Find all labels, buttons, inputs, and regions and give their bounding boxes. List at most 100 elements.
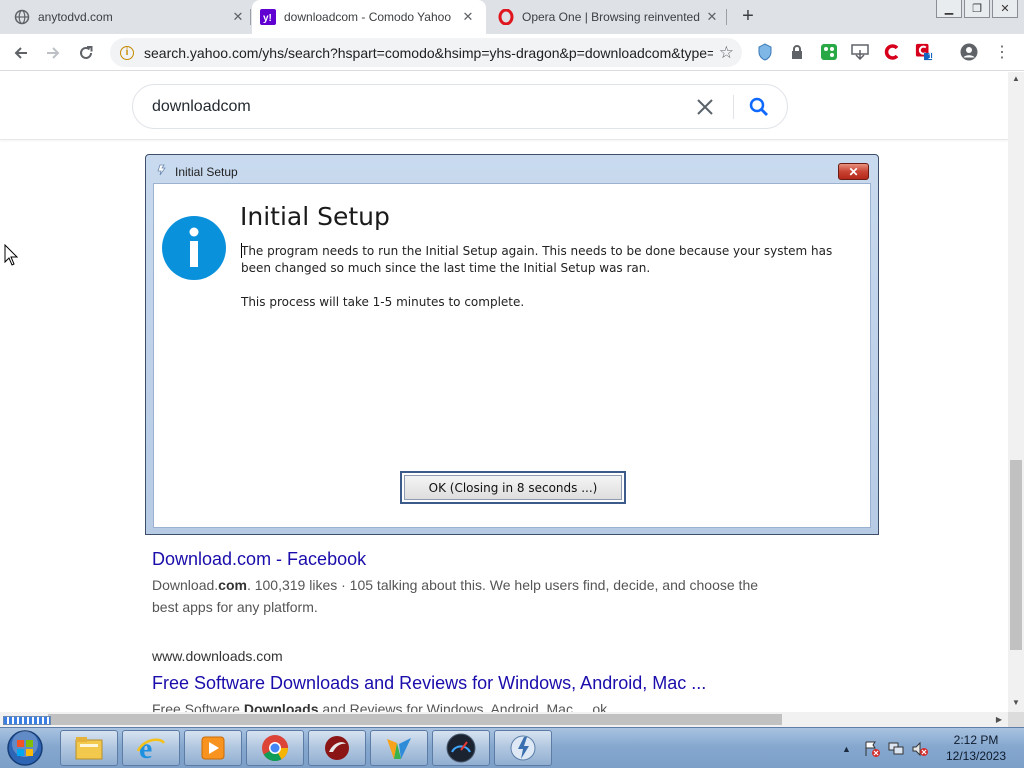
opera-icon <box>498 9 514 25</box>
volume-muted-icon[interactable] <box>911 740 929 758</box>
taskbar-chrome[interactable] <box>246 730 304 766</box>
site-info-icon[interactable]: i <box>120 45 134 60</box>
setup-icon <box>510 735 536 761</box>
clear-search-icon[interactable] <box>693 95 717 119</box>
minimize-button[interactable]: ▁ <box>936 0 962 18</box>
tab-title: downloadcom - Comodo Yahoo <box>284 10 451 24</box>
forward-button[interactable] <box>40 40 66 66</box>
chrome-icon <box>262 735 289 762</box>
tab-title: Opera One | Browsing reinvented <box>522 10 700 24</box>
taskbar-app[interactable] <box>370 730 428 766</box>
horizontal-scrollbar[interactable]: ▶ <box>0 712 1008 727</box>
snippet-highlight: com <box>218 577 247 593</box>
extension-badge-count: 1 <box>928 52 933 61</box>
search-input[interactable]: downloadcom <box>152 98 251 116</box>
clock-date: 12/13/2023 <box>945 749 1007 763</box>
speedometer-icon <box>446 733 476 763</box>
lock-extension-icon[interactable] <box>788 43 806 61</box>
result-snippet: Free Software Downloads and Reviews for … <box>152 698 762 712</box>
tab-anytodvd[interactable]: anytodvd.com ✕ <box>14 0 246 34</box>
reload-button[interactable] <box>73 40 99 66</box>
dialog-heading: Initial Setup <box>240 202 390 231</box>
scroll-down-arrow-icon[interactable]: ▼ <box>1008 696 1024 710</box>
close-tab-icon[interactable]: ✕ <box>230 9 246 25</box>
scrollbar-thumb[interactable] <box>48 714 782 725</box>
dialog-message: The program needs to run the Initial Set… <box>241 244 833 275</box>
restore-button[interactable]: ❐ <box>964 0 990 18</box>
scroll-corner <box>1008 712 1024 727</box>
show-hidden-icons-icon[interactable]: ▲ <box>842 744 851 754</box>
info-icon <box>162 216 226 280</box>
scrollbar-thumb[interactable] <box>1010 460 1022 650</box>
svg-text:y!: y! <box>263 13 272 24</box>
result-snippet: Download.com. 100,319 likes · 105 talkin… <box>152 574 762 618</box>
search-box[interactable]: downloadcom <box>132 84 788 129</box>
search-icon[interactable] <box>747 95 771 119</box>
address-bar[interactable]: i search.yahoo.com/yhs/search?hspart=com… <box>110 38 742 67</box>
globe-icon <box>14 9 30 25</box>
result-title-link[interactable]: Free Software Downloads and Reviews for … <box>152 673 706 694</box>
dialog-title: Initial Setup <box>175 165 238 179</box>
scroll-up-arrow-icon[interactable]: ▲ <box>1008 72 1024 86</box>
app-icon <box>325 736 349 760</box>
start-button[interactable] <box>4 729 46 767</box>
ok-button-label: OK (Closing in 8 seconds ...) <box>404 475 622 500</box>
dialog-close-button[interactable]: ✕ <box>838 163 869 180</box>
media-player-icon <box>201 736 225 760</box>
taskbar-explorer[interactable] <box>60 730 118 766</box>
taskbar-setup[interactable] <box>494 730 552 766</box>
snippet-text: and Reviews for Windows, Android, Mac ..… <box>318 701 608 712</box>
windows-start-icon <box>7 730 43 766</box>
taskbar-clock[interactable]: 2:12 PM 12/13/2023 <box>940 732 1012 764</box>
scroll-right-arrow-icon[interactable]: ▶ <box>992 712 1006 727</box>
profile-icon[interactable] <box>960 43 978 61</box>
loading-indicator <box>3 716 51 725</box>
taskbar-speedometer[interactable] <box>432 730 490 766</box>
tab-divider <box>726 9 727 25</box>
mouse-cursor-icon <box>4 244 18 266</box>
comodo-extension-icon[interactable] <box>883 43 901 61</box>
taskbar-media-player[interactable] <box>184 730 242 766</box>
close-tab-icon[interactable]: ✕ <box>704 9 720 25</box>
back-button[interactable] <box>8 40 34 66</box>
result-title-link[interactable]: Download.com - Facebook <box>152 549 366 570</box>
browser-toolbar: i search.yahoo.com/yhs/search?hspart=com… <box>0 34 1024 71</box>
download-extension-icon[interactable] <box>851 43 869 61</box>
extension-shield-icon[interactable] <box>756 43 774 61</box>
search-divider <box>733 95 734 119</box>
dialog-titlebar[interactable]: Initial Setup ✕ <box>146 155 878 183</box>
clock-time: 2:12 PM <box>953 733 999 747</box>
tab-yahoo-search[interactable]: y! downloadcom - Comodo Yahoo ✕ <box>252 0 486 34</box>
dialog-body: Initial Setup The program needs to run t… <box>153 183 871 528</box>
snippet-text: Download. <box>152 577 219 593</box>
result-url: www.downloads.com <box>152 648 283 664</box>
bookmark-star-icon[interactable]: ☆ <box>719 43 734 63</box>
taskbar-app[interactable] <box>308 730 366 766</box>
comodo-badge-extension-icon[interactable]: 1 <box>915 43 933 61</box>
initial-setup-dialog: Initial Setup ✕ Initial Setup The progra… <box>145 154 879 535</box>
tab-divider <box>250 9 251 25</box>
app-icon <box>387 738 411 759</box>
close-window-button[interactable]: ✕ <box>992 0 1018 18</box>
close-tab-icon[interactable]: ✕ <box>460 9 476 25</box>
action-center-flag-icon[interactable] <box>863 740 881 758</box>
new-tab-button[interactable]: + <box>736 5 760 29</box>
vertical-scrollbar[interactable]: ▲ ▼ <box>1008 72 1024 712</box>
tab-opera[interactable]: Opera One | Browsing reinvented ✕ <box>498 0 720 34</box>
green-extension-icon[interactable] <box>820 43 838 61</box>
taskbar-internet-explorer[interactable]: e <box>122 730 180 766</box>
internet-explorer-icon: e <box>136 733 166 763</box>
network-icon[interactable] <box>887 740 905 758</box>
menu-icon[interactable]: ⋮ <box>993 43 1011 61</box>
url-text[interactable]: search.yahoo.com/yhs/search?hspart=comod… <box>144 45 713 61</box>
forward-arrow-icon <box>47 47 60 59</box>
taskbar: e ▲ 2:12 PM 12/13/2023 <box>0 727 1024 768</box>
snippet-highlight: Downloads <box>243 701 319 712</box>
dialog-message-duration: This process will take 1-5 minutes to co… <box>241 295 525 309</box>
snippet-text: Free Software <box>152 701 244 712</box>
yahoo-icon: y! <box>260 9 276 25</box>
reload-icon <box>80 46 93 59</box>
ok-button[interactable]: OK (Closing in 8 seconds ...) <box>400 471 626 504</box>
window-controls: ▁ ❐ ✕ <box>934 0 1018 18</box>
folder-icon <box>75 737 103 760</box>
